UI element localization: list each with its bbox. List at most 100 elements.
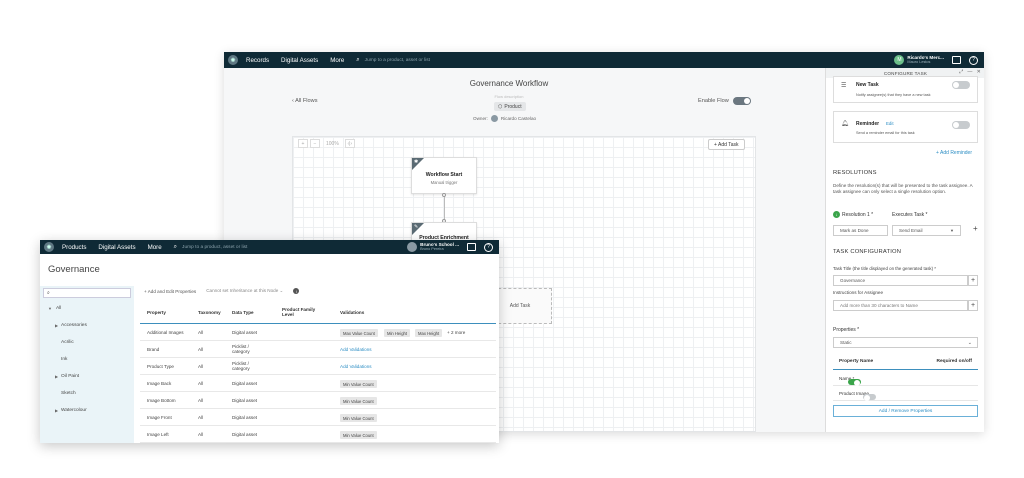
tree-item-acrilic[interactable]: Acrilic: [61, 340, 74, 345]
cell-property: Brand: [147, 347, 160, 352]
nav-records[interactable]: Records: [246, 57, 269, 64]
table-row[interactable]: Image Left All Digital asset Min Value C…: [140, 426, 496, 443]
enable-flow-label: Enable Flow: [698, 98, 729, 104]
zoom-out-button[interactable]: −: [310, 139, 320, 148]
zoom-in-button[interactable]: +: [298, 139, 308, 148]
col-validations[interactable]: Validations: [340, 310, 364, 315]
zoom-controls: + − 100% ‹|›: [298, 139, 355, 148]
add-task-button[interactable]: + Add Task: [708, 139, 745, 150]
reminder-edit-link[interactable]: Edit: [886, 121, 894, 126]
new-task-toggle[interactable]: [952, 81, 970, 89]
table-row[interactable]: Additional Images All Digital asset Max …: [140, 324, 496, 341]
required-toggle[interactable]: [862, 394, 876, 401]
app-logo-icon[interactable]: ✺: [44, 242, 54, 252]
resolution-label-text: Resolution 1 *: [842, 211, 874, 218]
property-row: Name *: [833, 371, 978, 386]
top-nav-bar: ✺ Products Digital Assets More ⌕ Jump to…: [40, 240, 499, 254]
col-product-family-level[interactable]: Product Family Level: [282, 307, 326, 318]
col-taxonomy[interactable]: Taxonomy: [198, 310, 221, 315]
tree-item-ink[interactable]: Ink: [61, 357, 67, 362]
expand-icon[interactable]: ⤢: [959, 69, 963, 75]
fit-view-button[interactable]: ‹|›: [344, 139, 355, 148]
product-enrichment-node[interactable]: ✎ Product Enrichment: [411, 222, 477, 242]
add-resolution-icon[interactable]: +: [973, 224, 978, 233]
tree-item-watercolour[interactable]: Watercolour: [61, 408, 87, 413]
enable-flow-toggle[interactable]: [732, 97, 751, 105]
add-validations-link[interactable]: Add Validations: [340, 347, 372, 352]
search-placeholder: Jump to a product, asset or list: [364, 57, 430, 63]
table-row[interactable]: Product Type All Picklist / category Add…: [140, 358, 496, 375]
col-data-type[interactable]: Data Type: [232, 310, 254, 315]
nav-digital-assets[interactable]: Digital Assets: [281, 57, 318, 64]
help-icon[interactable]: ?: [969, 55, 978, 65]
user-menu[interactable]: Bruno's School ... Bruno Pereira: [407, 242, 459, 252]
pencil-icon: ✎: [414, 224, 419, 230]
workflow-owner: Owner: Ricardo Castelao: [473, 115, 536, 122]
table-row[interactable]: Brand All Picklist / category Add Valida…: [140, 341, 496, 358]
info-icon[interactable]: i: [293, 288, 300, 294]
global-search[interactable]: ⌕ Jump to a product, asset or list: [356, 57, 430, 64]
workflow-start-node[interactable]: ✱ Workflow Start Manual trigger: [411, 157, 477, 194]
col-property[interactable]: Property: [147, 310, 166, 315]
caret-right-icon[interactable]: ▶: [55, 408, 58, 413]
validation-chip[interactable]: Min Value Count: [340, 397, 377, 405]
executes-task-select[interactable]: Send Email ▼: [892, 225, 961, 236]
nav-more[interactable]: More: [330, 57, 344, 64]
instructions-add-button[interactable]: +: [968, 300, 978, 311]
validation-chip[interactable]: Min Height: [384, 329, 411, 337]
new-task-title: New Task: [856, 82, 879, 88]
properties-select[interactable]: Static ⌄: [833, 337, 978, 348]
table-row[interactable]: Image Front All Digital asset Min Value …: [140, 409, 496, 426]
help-icon[interactable]: ?: [484, 242, 493, 252]
owner-avatar: [490, 115, 498, 122]
add-edit-properties-button[interactable]: + Add and Edit Properties: [144, 289, 196, 294]
app-logo-icon[interactable]: ✺: [228, 55, 238, 65]
task-title-input[interactable]: Governance: [833, 275, 968, 286]
close-icon[interactable]: ✕: [977, 69, 981, 75]
add-reminder-link[interactable]: + Add Reminder: [936, 150, 972, 156]
cell-property: Image Bottom: [147, 398, 176, 403]
caret-down-icon[interactable]: ▼: [48, 306, 52, 311]
caret-right-icon[interactable]: ▶: [55, 323, 58, 328]
task-title-add-button[interactable]: +: [968, 275, 978, 286]
inbox-icon[interactable]: [952, 56, 961, 64]
owner-name: Ricardo Castelao: [500, 116, 537, 121]
validation-chip[interactable]: Min Value Count: [340, 431, 377, 439]
validation-chip[interactable]: Max Height: [415, 329, 443, 337]
add-remove-properties-button[interactable]: Add / Remove Properties: [833, 405, 978, 417]
validation-chip[interactable]: Max Value Count: [340, 329, 378, 337]
required-toggle[interactable]: [848, 379, 862, 386]
reminder-subtitle: Send a reminder email for this task: [856, 131, 915, 135]
col-required: Required on/off: [936, 359, 972, 364]
minimize-icon[interactable]: —: [967, 69, 972, 75]
resolution-name-field[interactable]: Mark as Done: [833, 225, 888, 236]
tree-search-input[interactable]: ⌕: [43, 288, 131, 298]
cell-data-type: Digital asset: [232, 398, 258, 403]
reminder-card: 🔔︎ Reminder Edit Send a reminder email f…: [833, 111, 978, 143]
reminder-toggle[interactable]: [952, 121, 970, 129]
more-validations[interactable]: + 2 more: [447, 330, 465, 335]
inbox-icon[interactable]: [467, 243, 476, 251]
add-validations-link[interactable]: Add Validations: [340, 364, 372, 369]
nav-products[interactable]: Products: [62, 244, 86, 251]
table-row[interactable]: Image Bottom All Digital asset Min Value…: [140, 392, 496, 409]
validation-chip[interactable]: Min Value Count: [340, 380, 377, 388]
table-row[interactable]: Image Back All Digital asset Min Value C…: [140, 375, 496, 392]
inheritance-dropdown[interactable]: Cannot set Inheritance at this Node ⌄: [206, 288, 283, 294]
connector-dot[interactable]: [442, 193, 446, 197]
tree-item-sketch[interactable]: Sketch: [61, 391, 76, 396]
tree-item-oil-paint[interactable]: Oil Paint: [61, 374, 79, 379]
global-search[interactable]: ⌕ Jump to a product, asset or list: [174, 244, 248, 251]
reminder-title: Reminder: [856, 121, 880, 127]
tree-item-accessories[interactable]: Accessories: [61, 323, 87, 328]
tree-item-all[interactable]: All: [56, 306, 61, 311]
nav-more[interactable]: More: [148, 244, 162, 251]
cell-data-type: Digital asset: [232, 330, 258, 335]
instructions-input[interactable]: Add more than 30 characters to Name: [833, 300, 968, 311]
top-nav-bar: ✺ Records Digital Assets More ⌕ Jump to …: [224, 52, 984, 68]
caret-right-icon[interactable]: ▶: [55, 374, 58, 379]
all-flows-link[interactable]: ‹ All Flows: [292, 98, 318, 104]
nav-digital-assets[interactable]: Digital Assets: [98, 244, 135, 251]
validation-chip[interactable]: Min Value Count: [340, 414, 377, 422]
user-menu[interactable]: M Ricardo's Merc... Mauro Lestos: [894, 55, 944, 65]
